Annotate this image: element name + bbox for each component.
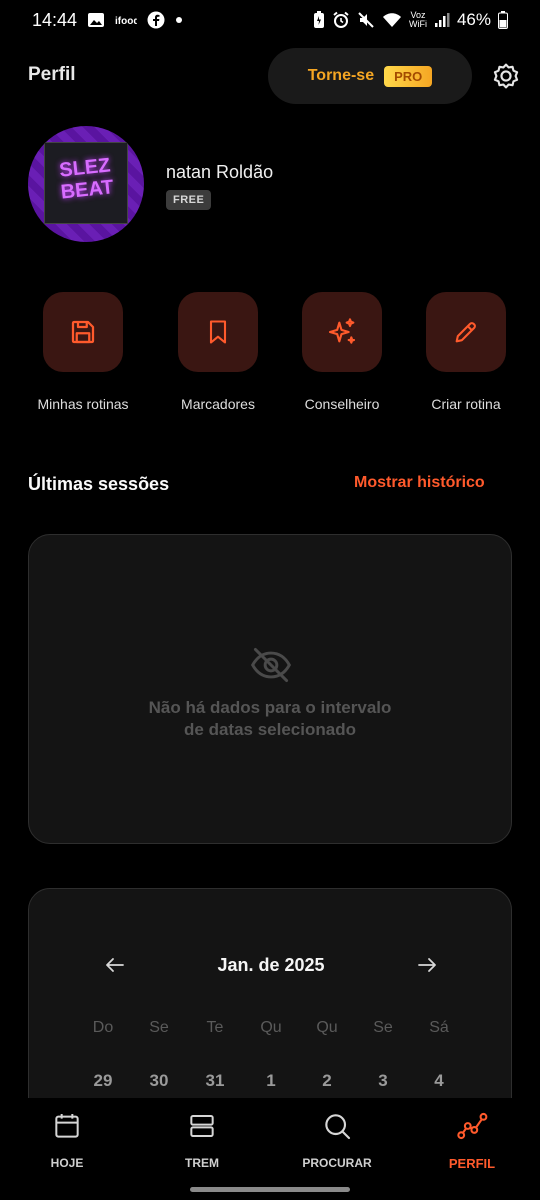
status-bar: 14:44 ifood Voz WiFi 46% xyxy=(0,0,540,40)
nav-label: HOJE xyxy=(50,1156,84,1170)
calendar-day[interactable]: 4 xyxy=(411,1071,467,1091)
advisor-tile[interactable] xyxy=(302,292,382,372)
svg-text:ifood: ifood xyxy=(115,16,137,27)
upgrade-pro-button[interactable]: Torne-se PRO xyxy=(268,48,472,104)
weekday-label: Sá xyxy=(429,1019,449,1036)
calendar-days: 29 30 31 1 2 3 4 xyxy=(75,1071,467,1091)
nav-item-perfil[interactable]: PERFIL xyxy=(407,1110,537,1171)
upgrade-label: Torne-se xyxy=(307,67,375,84)
plan-badge: FREE xyxy=(166,190,212,210)
calendar-day[interactable]: 3 xyxy=(355,1071,411,1091)
battery-saver-icon xyxy=(313,11,325,29)
calendar-day[interactable]: 30 xyxy=(131,1071,187,1091)
network-label: Voz WiFi xyxy=(408,10,427,29)
avatar-artwork: SLEZ BEAT xyxy=(44,142,128,224)
pro-badge: PRO xyxy=(384,65,433,87)
create-routine-tile[interactable] xyxy=(426,292,506,372)
weekday-label: Qu xyxy=(260,1019,282,1036)
sessions-title: Últimas sessões xyxy=(28,474,170,494)
search-icon xyxy=(321,1110,353,1142)
weekday-label: Se xyxy=(373,1019,393,1036)
weekday-label: Te xyxy=(206,1019,224,1036)
eye-off-icon xyxy=(249,643,293,687)
bookmarks-tile[interactable] xyxy=(178,292,258,372)
nav-label: TREM xyxy=(185,1156,219,1170)
arrow-right-icon[interactable] xyxy=(415,953,439,977)
calendar-day[interactable]: 1 xyxy=(243,1071,299,1091)
weekday-label: Se xyxy=(149,1019,169,1036)
create-routine-label: Criar rotina xyxy=(431,396,501,412)
alarm-icon xyxy=(332,11,350,29)
notification-dot-icon xyxy=(175,16,183,24)
nav-label: PERFIL xyxy=(448,1156,496,1171)
avatar[interactable]: SLEZ BEAT xyxy=(28,126,144,242)
nav-item-procurar[interactable]: PROCURAR xyxy=(272,1110,402,1170)
ifood-icon: ifood xyxy=(115,13,137,27)
gear-icon[interactable] xyxy=(490,60,522,92)
create-routine-button[interactable]: Criar rotina xyxy=(406,292,526,412)
weekday-label: Qu xyxy=(316,1019,338,1036)
nav-label: PROCURAR xyxy=(302,1156,372,1170)
my-routines-label: Minhas rotinas xyxy=(37,396,129,412)
nav-item-trem[interactable]: TREM xyxy=(137,1110,267,1170)
facebook-icon xyxy=(147,11,165,29)
calendar-month: Jan. de 2025 xyxy=(217,955,325,975)
calendar-day[interactable]: 2 xyxy=(299,1071,355,1091)
status-time: 14:44 xyxy=(32,9,78,30)
calendar-day[interactable]: 31 xyxy=(187,1071,243,1091)
calendar-weekdays: Do Se Te Qu Qu Se Sá xyxy=(75,1019,467,1037)
battery-percent: 46% xyxy=(456,10,491,29)
avatar-artwork-text: SLEZ BEAT xyxy=(58,154,115,204)
gallery-icon xyxy=(87,11,105,29)
sessions-header: Últimas sessões Mostrar histórico xyxy=(28,474,512,498)
chart-line-icon xyxy=(456,1110,488,1142)
battery-icon xyxy=(498,11,508,29)
home-indicator[interactable] xyxy=(190,1187,350,1192)
save-icon xyxy=(71,320,95,344)
advisor-button[interactable]: Conselheiro xyxy=(282,292,402,412)
bookmarks-button[interactable]: Marcadores xyxy=(158,292,278,412)
top-bar: Perfil Torne-se PRO xyxy=(0,48,540,104)
my-routines-button[interactable]: Minhas rotinas xyxy=(23,292,143,412)
sessions-empty-card: Não há dados para o intervalo de datas s… xyxy=(28,534,512,844)
page-title: Perfil xyxy=(28,64,76,85)
profile-section: SLEZ BEAT natan Roldão FREE xyxy=(28,126,508,246)
pencil-icon xyxy=(455,322,476,343)
my-routines-tile[interactable] xyxy=(43,292,123,372)
empty-state-message: Não há dados para o intervalo de datas s… xyxy=(148,698,392,739)
bookmarks-label: Marcadores xyxy=(181,396,255,412)
signal-icon xyxy=(434,12,450,28)
bottom-nav: HOJE TREM PROCURAR PERFIL xyxy=(0,1098,540,1200)
weekday-label: Do xyxy=(92,1019,114,1036)
quick-actions: Minhas rotinas Marcadores Conselheiro Cr… xyxy=(0,292,540,422)
sparkles-icon xyxy=(328,318,356,344)
nav-item-hoje[interactable]: HOJE xyxy=(2,1110,132,1170)
layers-icon xyxy=(186,1110,218,1142)
advisor-label: Conselheiro xyxy=(304,396,380,412)
bookmark-icon xyxy=(209,320,227,344)
calendar-icon xyxy=(51,1110,83,1142)
calendar-day[interactable]: 29 xyxy=(75,1071,131,1091)
mute-icon xyxy=(357,11,375,29)
show-history-link[interactable]: Mostrar histórico xyxy=(354,474,485,492)
wifi-icon xyxy=(382,12,402,28)
profile-name: natan Roldão xyxy=(166,162,274,182)
